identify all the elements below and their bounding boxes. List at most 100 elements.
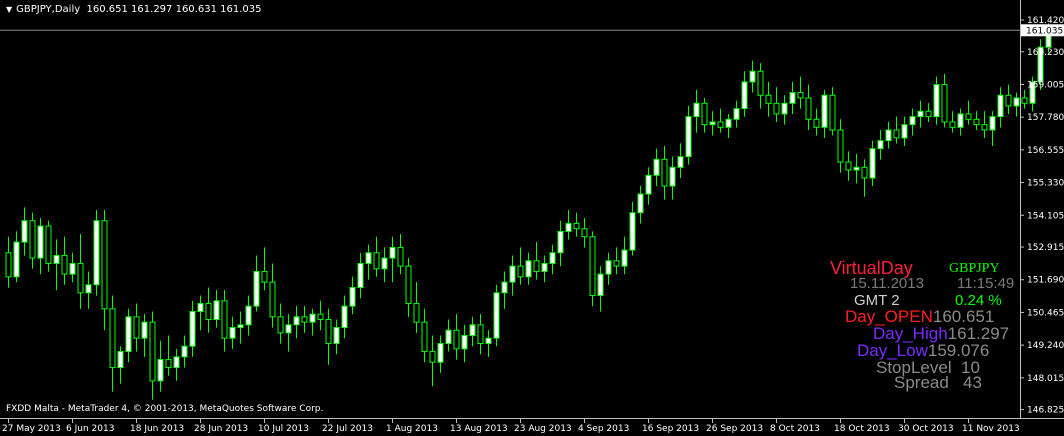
candle-body xyxy=(117,351,124,369)
candle-body xyxy=(965,113,972,120)
candle-body xyxy=(909,116,916,126)
y-tick-label: 154.105 xyxy=(1027,211,1064,221)
candle-body xyxy=(717,121,724,128)
candle-body xyxy=(933,84,940,118)
candle-body xyxy=(653,158,660,176)
x-tick-label: 1 Aug 2013 xyxy=(386,424,438,434)
y-tick-label: 157.780 xyxy=(1027,113,1064,123)
y-tick-label: 155.330 xyxy=(1027,179,1064,189)
x-tick-label: 22 Jul 2013 xyxy=(322,424,373,434)
candle-body xyxy=(973,118,980,126)
candle-body xyxy=(493,292,500,339)
candle-body xyxy=(821,94,828,128)
candle-body xyxy=(149,321,156,382)
candle-body xyxy=(61,254,68,275)
candle-body xyxy=(797,92,804,99)
candle-body xyxy=(701,102,708,126)
candle-body xyxy=(925,110,932,118)
candle-body xyxy=(317,313,324,321)
candle-body xyxy=(829,94,836,131)
candle-body xyxy=(69,262,76,275)
candle-body xyxy=(53,254,60,264)
candle-body xyxy=(13,241,20,278)
candle-body xyxy=(917,110,924,118)
candle-body xyxy=(685,116,692,158)
x-tick-label: 16 Sep 2013 xyxy=(642,424,699,434)
candle-body xyxy=(85,284,92,294)
candle-body xyxy=(509,265,516,283)
candle-body xyxy=(181,345,188,358)
x-tick-label: 30 Oct 2013 xyxy=(898,424,954,434)
candle-body xyxy=(853,166,860,171)
candle-body xyxy=(349,286,356,307)
candle-body xyxy=(277,316,284,334)
x-tick-label: 18 Oct 2013 xyxy=(834,424,890,434)
candle-body xyxy=(325,319,332,345)
candle-body xyxy=(421,321,428,353)
x-tick-label: 4 Sep 2013 xyxy=(578,424,629,434)
candle-body xyxy=(77,262,84,294)
candle-body xyxy=(589,236,596,296)
candle-body xyxy=(253,270,260,307)
candle-body xyxy=(5,252,12,278)
candle-body xyxy=(1021,97,1028,104)
candle-body xyxy=(341,305,348,329)
candle-body xyxy=(981,124,988,131)
candle-body xyxy=(1013,97,1020,107)
candle-body xyxy=(773,102,780,115)
candle-body xyxy=(269,281,276,318)
candle-body xyxy=(781,102,788,115)
candle-body xyxy=(293,316,300,326)
x-tick-label: 6 Jun 2013 xyxy=(66,424,114,434)
candle-body xyxy=(877,140,884,150)
candle-body xyxy=(237,324,244,329)
candle-body xyxy=(21,220,28,243)
candle-body xyxy=(29,220,36,259)
candle-body xyxy=(749,70,756,83)
candle-body xyxy=(613,260,620,267)
candle-body xyxy=(941,84,948,123)
y-tick-label: 151.690 xyxy=(1027,276,1064,286)
candle-body xyxy=(445,329,452,345)
candle-body xyxy=(541,262,548,272)
candle-body xyxy=(861,166,868,179)
candle-body xyxy=(413,302,420,323)
candle-body xyxy=(229,327,236,339)
candle-body xyxy=(885,129,892,142)
copyright-text: FXDD Malta - MetaTrader 4, © 2001-2013, … xyxy=(6,404,324,414)
candle-body xyxy=(845,161,852,171)
candle-body xyxy=(669,166,676,187)
x-tick-label: 27 May 2013 xyxy=(2,424,61,434)
candle xyxy=(93,210,100,296)
candle-body xyxy=(501,281,508,294)
x-tick-label: 28 Jun 2013 xyxy=(194,424,248,434)
candle-body xyxy=(205,302,212,321)
candle-body xyxy=(173,356,180,369)
chart-window[interactable]: 161.420 160.230 159.005 157.780 156.555 155.3… xyxy=(0,0,1064,436)
candle xyxy=(45,220,52,272)
candle-body xyxy=(645,174,652,195)
candle-body xyxy=(245,305,252,326)
candle-body xyxy=(45,225,52,264)
candle-body xyxy=(901,124,908,139)
candle-body xyxy=(373,252,380,270)
candle-body xyxy=(397,246,404,267)
candle-body xyxy=(405,265,412,304)
candle-body xyxy=(557,230,564,254)
y-tick-label: 159.005 xyxy=(1027,80,1064,90)
candle-body xyxy=(709,121,716,126)
x-tick-label: 10 Jul 2013 xyxy=(258,424,309,434)
candle-body xyxy=(661,158,668,187)
y-tick-label: 160.230 xyxy=(1027,48,1064,58)
candle-body xyxy=(805,97,812,120)
candle-body xyxy=(365,252,372,264)
candle-body xyxy=(533,260,540,272)
virtual-day-date: 15.11.2013 xyxy=(850,275,924,292)
chart-menu-triangle-icon[interactable]: ▼ xyxy=(6,5,12,14)
candle-body xyxy=(93,220,100,286)
candle-body xyxy=(573,222,580,230)
x-tick-label: 13 Aug 2013 xyxy=(450,424,508,434)
candle-body xyxy=(733,108,740,120)
y-tick-label: 156.555 xyxy=(1027,146,1064,156)
candle-body xyxy=(989,116,996,131)
